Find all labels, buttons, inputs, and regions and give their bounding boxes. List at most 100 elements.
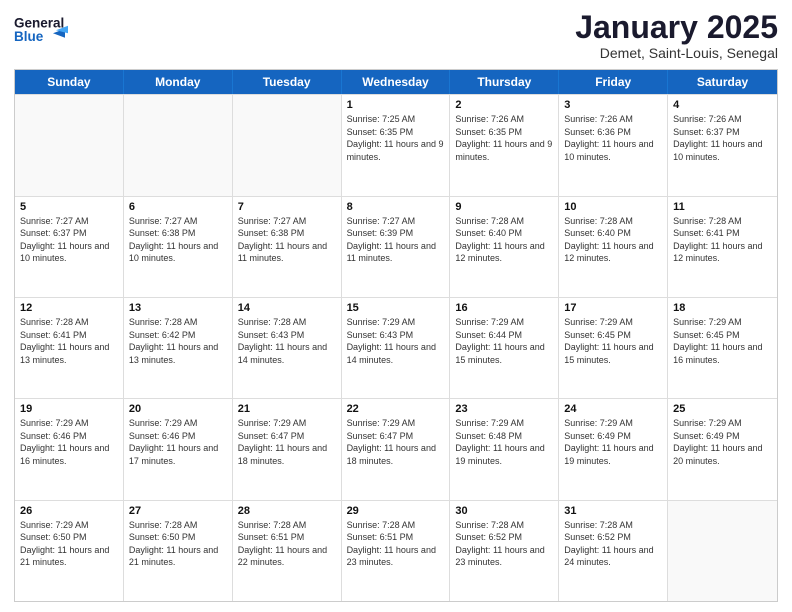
week-row-2: 12 Sunrise: 7:28 AM Sunset: 6:41 PM Dayli…: [15, 297, 777, 398]
day-number: 19: [20, 403, 118, 415]
day-number: 30: [455, 505, 553, 517]
day-10: 10 Sunrise: 7:28 AM Sunset: 6:40 PM Dayli…: [559, 197, 668, 297]
day-30: 30Sunrise: 7:28 AM Sunset: 6:52 PM Dayli…: [450, 501, 559, 601]
day-info: Sunrise: 7:28 AM Sunset: 6:42 PM Dayligh…: [129, 316, 227, 366]
day-4: 4 Sunrise: 7:26 AM Sunset: 6:37 PM Daylig…: [668, 95, 777, 195]
header-wednesday: Wednesday: [342, 70, 451, 94]
day-number: 25: [673, 403, 772, 415]
header-tuesday: Tuesday: [233, 70, 342, 94]
day-info: Sunrise: 7:29 AM Sunset: 6:45 PM Dayligh…: [673, 316, 772, 366]
calendar-title: January 2025: [575, 10, 778, 45]
day-15: 15Sunrise: 7:29 AM Sunset: 6:43 PM Dayli…: [342, 298, 451, 398]
day-31: 31 Sunrise: 7:28 AM Sunset: 6:52 PM Dayli…: [559, 501, 668, 601]
day-24: 24 Sunrise: 7:29 AM Sunset: 6:49 PM Dayli…: [559, 399, 668, 499]
calendar-subtitle: Demet, Saint-Louis, Senegal: [575, 45, 778, 61]
day-3: 3 Sunrise: 7:26 AM Sunset: 6:36 PM Daylig…: [559, 95, 668, 195]
day-info: Sunrise: 7:29 AM Sunset: 6:49 PM Dayligh…: [564, 417, 662, 467]
day-number: 2: [455, 99, 553, 111]
day-number: 29: [347, 505, 445, 517]
day-6: 6 Sunrise: 7:27 AM Sunset: 6:38 PM Daylig…: [124, 197, 233, 297]
day-number: 7: [238, 201, 336, 213]
empty-cell-0-2: [233, 95, 342, 195]
day-8: 8 Sunrise: 7:27 AM Sunset: 6:39 PM Daylig…: [342, 197, 451, 297]
day-number: 27: [129, 505, 227, 517]
day-number: 1: [347, 99, 445, 111]
day-20: 20Sunrise: 7:29 AM Sunset: 6:46 PM Dayli…: [124, 399, 233, 499]
day-info: Sunrise: 7:25 AM Sunset: 6:35 PM Dayligh…: [347, 113, 445, 163]
day-info: Sunrise: 7:29 AM Sunset: 6:47 PM Dayligh…: [238, 417, 336, 467]
calendar-body: 1 Sunrise: 7:25 AM Sunset: 6:35 PM Daylig…: [15, 94, 777, 601]
header-thursday: Thursday: [450, 70, 559, 94]
day-number: 12: [20, 302, 118, 314]
day-number: 31: [564, 505, 662, 517]
svg-text:Blue: Blue: [14, 29, 44, 44]
calendar: Sunday Monday Tuesday Wednesday Thursday…: [14, 69, 778, 602]
week-row-4: 26Sunrise: 7:29 AM Sunset: 6:50 PM Dayli…: [15, 500, 777, 601]
day-info: Sunrise: 7:29 AM Sunset: 6:48 PM Dayligh…: [455, 417, 553, 467]
day-number: 24: [564, 403, 662, 415]
header-friday: Friday: [559, 70, 668, 94]
logo: General Blue: [14, 10, 74, 46]
day-9: 9 Sunrise: 7:28 AM Sunset: 6:40 PM Daylig…: [450, 197, 559, 297]
day-info: Sunrise: 7:28 AM Sunset: 6:43 PM Dayligh…: [238, 316, 336, 366]
day-23: 23 Sunrise: 7:29 AM Sunset: 6:48 PM Dayli…: [450, 399, 559, 499]
day-1: 1 Sunrise: 7:25 AM Sunset: 6:35 PM Daylig…: [342, 95, 451, 195]
day-number: 8: [347, 201, 445, 213]
day-info: Sunrise: 7:29 AM Sunset: 6:45 PM Dayligh…: [564, 316, 662, 366]
day-info: Sunrise: 7:28 AM Sunset: 6:40 PM Dayligh…: [455, 215, 553, 265]
day-number: 6: [129, 201, 227, 213]
header: General Blue January 2025 Demet, Saint-L…: [14, 10, 778, 61]
day-number: 15: [347, 302, 445, 314]
day-info: Sunrise: 7:29 AM Sunset: 6:46 PM Dayligh…: [20, 417, 118, 467]
day-number: 4: [673, 99, 772, 111]
day-26: 26Sunrise: 7:29 AM Sunset: 6:50 PM Dayli…: [15, 501, 124, 601]
day-number: 21: [238, 403, 336, 415]
day-19: 19 Sunrise: 7:29 AM Sunset: 6:46 PM Dayli…: [15, 399, 124, 499]
day-info: Sunrise: 7:28 AM Sunset: 6:51 PM Dayligh…: [238, 519, 336, 569]
calendar-header: Sunday Monday Tuesday Wednesday Thursday…: [15, 70, 777, 94]
day-info: Sunrise: 7:27 AM Sunset: 6:38 PM Dayligh…: [129, 215, 227, 265]
day-info: Sunrise: 7:29 AM Sunset: 6:46 PM Dayligh…: [129, 417, 227, 467]
day-info: Sunrise: 7:26 AM Sunset: 6:37 PM Dayligh…: [673, 113, 772, 163]
day-number: 14: [238, 302, 336, 314]
day-number: 13: [129, 302, 227, 314]
day-18: 18Sunrise: 7:29 AM Sunset: 6:45 PM Dayli…: [668, 298, 777, 398]
logo-svg: General Blue: [14, 10, 74, 46]
day-number: 3: [564, 99, 662, 111]
day-info: Sunrise: 7:27 AM Sunset: 6:37 PM Dayligh…: [20, 215, 118, 265]
day-info: Sunrise: 7:28 AM Sunset: 6:41 PM Dayligh…: [673, 215, 772, 265]
day-28: 28Sunrise: 7:28 AM Sunset: 6:51 PM Dayli…: [233, 501, 342, 601]
day-info: Sunrise: 7:29 AM Sunset: 6:44 PM Dayligh…: [455, 316, 553, 366]
header-monday: Monday: [124, 70, 233, 94]
day-info: Sunrise: 7:28 AM Sunset: 6:41 PM Dayligh…: [20, 316, 118, 366]
day-22: 22 Sunrise: 7:29 AM Sunset: 6:47 PM Dayli…: [342, 399, 451, 499]
day-number: 22: [347, 403, 445, 415]
svg-text:General: General: [14, 15, 64, 30]
day-info: Sunrise: 7:28 AM Sunset: 6:51 PM Dayligh…: [347, 519, 445, 569]
header-saturday: Saturday: [668, 70, 777, 94]
page: General Blue January 2025 Demet, Saint-L…: [0, 0, 792, 612]
day-info: Sunrise: 7:27 AM Sunset: 6:39 PM Dayligh…: [347, 215, 445, 265]
day-21: 21 Sunrise: 7:29 AM Sunset: 6:47 PM Dayli…: [233, 399, 342, 499]
empty-cell-0-0: [15, 95, 124, 195]
title-block: January 2025 Demet, Saint-Louis, Senegal: [575, 10, 778, 61]
day-5: 5Sunrise: 7:27 AM Sunset: 6:37 PM Daylig…: [15, 197, 124, 297]
day-info: Sunrise: 7:28 AM Sunset: 6:40 PM Dayligh…: [564, 215, 662, 265]
day-11: 11Sunrise: 7:28 AM Sunset: 6:41 PM Dayli…: [668, 197, 777, 297]
header-sunday: Sunday: [15, 70, 124, 94]
day-info: Sunrise: 7:29 AM Sunset: 6:47 PM Dayligh…: [347, 417, 445, 467]
day-12: 12 Sunrise: 7:28 AM Sunset: 6:41 PM Dayli…: [15, 298, 124, 398]
day-7: 7 Sunrise: 7:27 AM Sunset: 6:38 PM Daylig…: [233, 197, 342, 297]
day-25: 25Sunrise: 7:29 AM Sunset: 6:49 PM Dayli…: [668, 399, 777, 499]
day-info: Sunrise: 7:28 AM Sunset: 6:50 PM Dayligh…: [129, 519, 227, 569]
day-number: 10: [564, 201, 662, 213]
day-info: Sunrise: 7:26 AM Sunset: 6:36 PM Dayligh…: [564, 113, 662, 163]
day-info: Sunrise: 7:27 AM Sunset: 6:38 PM Dayligh…: [238, 215, 336, 265]
day-info: Sunrise: 7:28 AM Sunset: 6:52 PM Dayligh…: [564, 519, 662, 569]
day-info: Sunrise: 7:29 AM Sunset: 6:50 PM Dayligh…: [20, 519, 118, 569]
day-number: 23: [455, 403, 553, 415]
day-number: 9: [455, 201, 553, 213]
week-row-3: 19 Sunrise: 7:29 AM Sunset: 6:46 PM Dayli…: [15, 398, 777, 499]
empty-cell-4-6: [668, 501, 777, 601]
day-2: 2Sunrise: 7:26 AM Sunset: 6:35 PM Daylig…: [450, 95, 559, 195]
